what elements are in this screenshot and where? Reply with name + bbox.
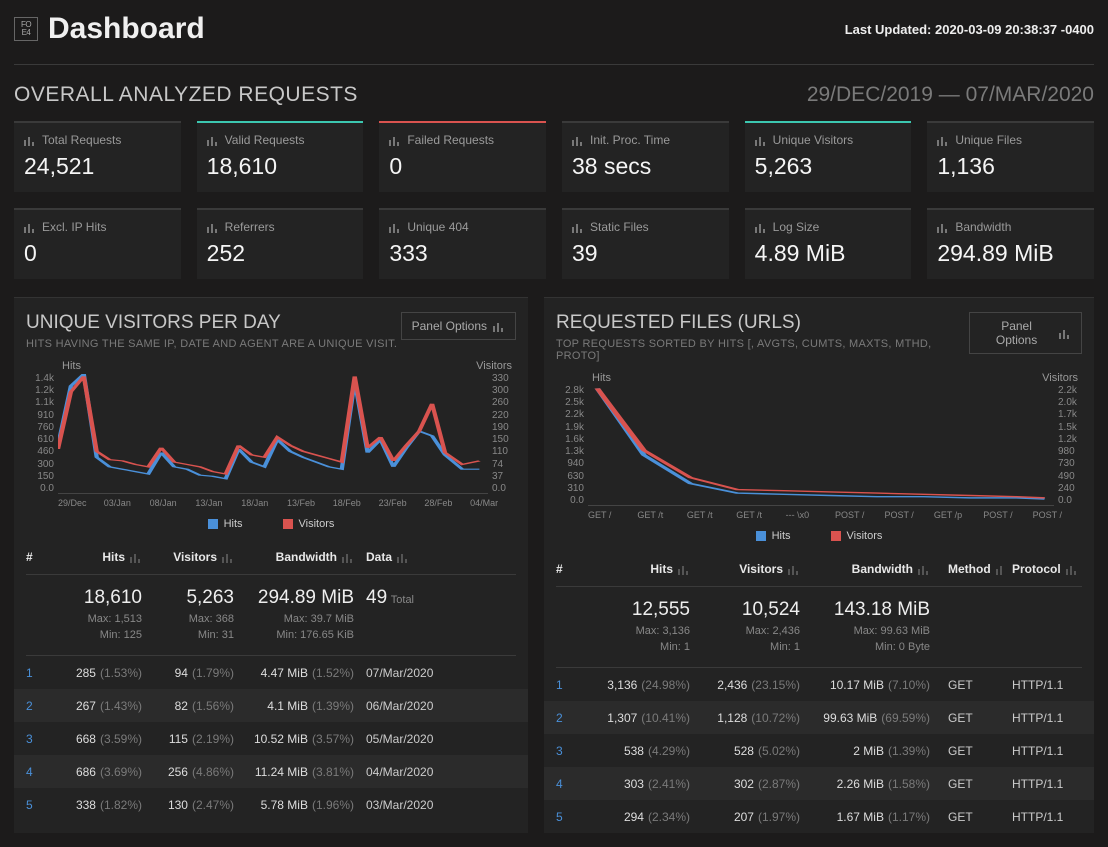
sort-visitors[interactable]: Visitors — [142, 550, 234, 564]
metric-value: 333 — [389, 240, 536, 267]
panel-unique-visitors: UNIQUE VISITORS PER DAY HITS HAVING THE … — [14, 297, 528, 833]
metric-card: Init. Proc. Time 38 secs — [562, 121, 729, 192]
metric-value: 1,136 — [937, 153, 1084, 180]
metric-card: Unique Visitors 5,263 — [745, 121, 912, 192]
app-header: FOE4 Dashboard Last Updated: 2020-03-09 … — [0, 0, 1108, 64]
sort-hits[interactable]: Hits — [50, 550, 142, 564]
metric-value: 5,263 — [755, 153, 902, 180]
metric-card: Unique Files 1,136 — [927, 121, 1094, 192]
visitors-table-header: # Hits Visitors Bandwidth Data — [14, 540, 528, 574]
panel-requested-files: REQUESTED FILES (URLS) TOP REQUESTS SORT… — [544, 297, 1094, 833]
metric-value: 39 — [572, 240, 719, 267]
chart-icon — [389, 134, 401, 146]
table-row[interactable]: 1 3,136(24.98%) 2,436(23.15%) 10.17 MiB(… — [544, 668, 1094, 701]
metric-card: Failed Requests 0 — [379, 121, 546, 192]
metric-card: Bandwidth 294.89 MiB — [927, 208, 1094, 279]
table-row[interactable]: 5 294(2.34%) 207(1.97%) 1.67 MiB(1.17%) … — [544, 800, 1094, 833]
panel-options-button[interactable]: Panel Options — [969, 312, 1082, 354]
metric-card: Excl. IP Hits 0 — [14, 208, 181, 279]
metric-card: Unique 404 333 — [379, 208, 546, 279]
chart-icon — [24, 134, 36, 146]
chart-icon — [755, 134, 767, 146]
chart-icon — [389, 221, 401, 233]
sort-hits[interactable]: Hits — [580, 562, 690, 576]
last-updated: Last Updated: 2020-03-09 20:38:37 -0400 — [845, 22, 1094, 37]
visitors-chart: Hits Visitors 1.4k1.2k1.1k91076061046030… — [26, 360, 516, 540]
panel-title: REQUESTED FILES (URLS) — [556, 312, 969, 334]
sort-bandwidth[interactable]: Bandwidth — [800, 562, 930, 576]
sort-method[interactable]: Method — [930, 562, 1002, 576]
metric-value: 252 — [207, 240, 354, 267]
metric-value: 294.89 MiB — [937, 240, 1084, 267]
chart-icon — [937, 221, 949, 233]
metric-card: Log Size 4.89 MiB — [745, 208, 912, 279]
metric-card: Referrers 252 — [197, 208, 364, 279]
table-row[interactable]: 4 686(3.69%) 256(4.86%) 11.24 MiB(3.81%)… — [14, 755, 528, 788]
chart-icon — [24, 221, 36, 233]
files-table-header: # Hits Visitors Bandwidth Method Protoco… — [544, 552, 1094, 586]
sort-bandwidth[interactable]: Bandwidth — [234, 550, 354, 564]
overview-title: OVERALL ANALYZED REQUESTS — [14, 83, 358, 107]
chart-icon — [937, 134, 949, 146]
table-row[interactable]: 3 538(4.29%) 528(5.02%) 2 MiB(1.39%) GET… — [544, 734, 1094, 767]
visitors-summary: 18,610 Max: 1,513 Min: 125 5,263 Max: 36… — [14, 575, 528, 655]
table-row[interactable]: 3 668(3.59%) 115(2.19%) 10.52 MiB(3.57%)… — [14, 722, 528, 755]
chart-icon — [493, 320, 505, 332]
files-chart: Hits Visitors 2.8k2.5k2.2k1.9k1.6k1.3k94… — [556, 372, 1082, 552]
metric-value: 38 secs — [572, 153, 719, 180]
files-summary: 12,555 Max: 3,136 Min: 1 10,524 Max: 2,4… — [544, 587, 1094, 667]
panel-subtitle: TOP REQUESTS SORTED BY HITS [, AVGTS, CU… — [556, 338, 969, 362]
chart-icon — [1059, 327, 1071, 339]
chart-icon — [207, 221, 219, 233]
table-row[interactable]: 2 267(1.43%) 82(1.56%) 4.1 MiB(1.39%) 06… — [14, 689, 528, 722]
chart-icon — [207, 134, 219, 146]
chart-icon — [755, 221, 767, 233]
overview-header: OVERALL ANALYZED REQUESTS 29/DEC/2019 — … — [0, 65, 1108, 121]
table-row[interactable]: 5 338(1.82%) 130(2.47%) 5.78 MiB(1.96%) … — [14, 788, 528, 821]
panel-title: UNIQUE VISITORS PER DAY — [26, 312, 397, 334]
sort-protocol[interactable]: Protocol — [1002, 562, 1082, 576]
panel-options-button[interactable]: Panel Options — [401, 312, 516, 340]
metric-card: Valid Requests 18,610 — [197, 121, 364, 192]
table-row[interactable]: 4 303(2.41%) 302(2.87%) 2.26 MiB(1.58%) … — [544, 767, 1094, 800]
logo-icon: FOE4 — [14, 17, 38, 41]
sort-data[interactable]: Data — [354, 550, 516, 564]
metric-value: 0 — [24, 240, 171, 267]
metric-value: 4.89 MiB — [755, 240, 902, 267]
metric-value: 24,521 — [24, 153, 171, 180]
chart-icon — [572, 221, 584, 233]
sort-visitors[interactable]: Visitors — [690, 562, 800, 576]
metric-card: Static Files 39 — [562, 208, 729, 279]
metric-value: 18,610 — [207, 153, 354, 180]
chart-icon — [572, 134, 584, 146]
metric-value: 0 — [389, 153, 536, 180]
metric-cards: Total Requests 24,521Valid Requests 18,6… — [0, 121, 1108, 293]
panel-subtitle: HITS HAVING THE SAME IP, DATE AND AGENT … — [26, 338, 397, 350]
overview-date-range: 29/DEC/2019 — 07/MAR/2020 — [807, 83, 1094, 107]
table-row[interactable]: 2 1,307(10.41%) 1,128(10.72%) 99.63 MiB(… — [544, 701, 1094, 734]
app-title: Dashboard — [48, 12, 205, 46]
metric-card: Total Requests 24,521 — [14, 121, 181, 192]
table-row[interactable]: 1 285(1.53%) 94(1.79%) 4.47 MiB(1.52%) 0… — [14, 656, 528, 689]
